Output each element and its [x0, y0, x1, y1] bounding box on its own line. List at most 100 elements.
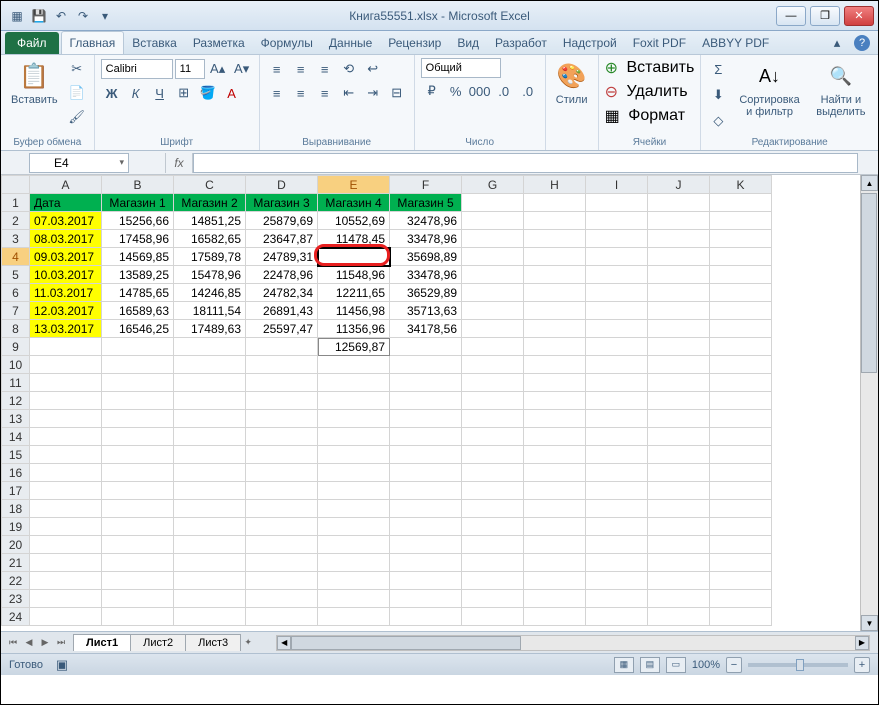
cell[interactable] [30, 428, 102, 446]
column-header-F[interactable]: F [390, 176, 462, 194]
cell[interactable]: 11478,45 [318, 230, 390, 248]
cell[interactable] [390, 410, 462, 428]
increase-decimal-icon[interactable]: .0 [493, 80, 515, 102]
zoom-slider[interactable] [748, 663, 848, 667]
cell[interactable] [524, 248, 586, 266]
cell-header[interactable]: Дата [30, 194, 102, 212]
cell-date[interactable]: 07.03.2017 [30, 212, 102, 230]
cell[interactable] [586, 428, 648, 446]
cell[interactable] [524, 500, 586, 518]
save-icon[interactable]: 💾 [29, 6, 49, 26]
cell[interactable] [390, 428, 462, 446]
cell[interactable] [102, 410, 174, 428]
cell[interactable] [390, 446, 462, 464]
sheet-nav-prev-icon[interactable]: ◀ [21, 635, 37, 651]
cell[interactable] [710, 194, 772, 212]
cell[interactable] [318, 590, 390, 608]
cell[interactable] [318, 248, 390, 266]
align-middle-icon[interactable]: ≡ [290, 58, 312, 80]
cell[interactable] [462, 194, 524, 212]
scroll-left-icon[interactable]: ◀ [277, 636, 291, 650]
cell[interactable] [586, 500, 648, 518]
cell[interactable] [586, 554, 648, 572]
cell[interactable] [462, 212, 524, 230]
cell[interactable] [30, 410, 102, 428]
cell[interactable] [246, 500, 318, 518]
sort-filter-button[interactable]: A↓ Сортировка и фильтр [733, 58, 805, 120]
cell-date[interactable]: 09.03.2017 [30, 248, 102, 266]
cell[interactable] [524, 482, 586, 500]
cell[interactable]: 17589,78 [174, 248, 246, 266]
cell[interactable] [462, 356, 524, 374]
cell[interactable] [318, 374, 390, 392]
find-select-button[interactable]: 🔍 Найти и выделить [810, 58, 872, 120]
indent-dec-icon[interactable]: ⇤ [338, 82, 360, 104]
cell[interactable]: 24782,34 [246, 284, 318, 302]
cell[interactable] [318, 392, 390, 410]
cell[interactable] [102, 392, 174, 410]
cell[interactable] [102, 536, 174, 554]
cell[interactable]: 24789,31 [246, 248, 318, 266]
grow-font-icon[interactable]: A▴ [207, 58, 229, 80]
cell[interactable] [648, 572, 710, 590]
styles-button[interactable]: 🎨 Стили [552, 58, 592, 108]
cell[interactable]: 36529,89 [390, 284, 462, 302]
cell[interactable] [390, 590, 462, 608]
cell[interactable] [390, 500, 462, 518]
cell[interactable] [710, 572, 772, 590]
cell[interactable]: 35698,89 [390, 248, 462, 266]
cell[interactable] [102, 500, 174, 518]
cell[interactable] [586, 392, 648, 410]
cell[interactable] [318, 356, 390, 374]
cell[interactable] [390, 554, 462, 572]
cell[interactable] [390, 356, 462, 374]
cell[interactable] [586, 446, 648, 464]
cell[interactable]: 35713,63 [390, 302, 462, 320]
cell[interactable]: 15256,66 [102, 212, 174, 230]
cell[interactable] [318, 500, 390, 518]
undo-icon[interactable]: ↶ [51, 6, 71, 26]
cell-date[interactable]: 12.03.2017 [30, 302, 102, 320]
underline-icon[interactable]: Ч [149, 82, 171, 104]
cell[interactable]: 14851,25 [174, 212, 246, 230]
view-normal-icon[interactable]: ▦ [614, 657, 634, 673]
cell[interactable] [524, 410, 586, 428]
cell[interactable] [30, 536, 102, 554]
cell[interactable] [710, 536, 772, 554]
row-header-14[interactable]: 14 [2, 428, 30, 446]
cell[interactable] [174, 572, 246, 590]
autosum-icon[interactable]: Σ [707, 58, 729, 80]
cell[interactable]: 22478,96 [246, 266, 318, 284]
cell[interactable] [524, 194, 586, 212]
cell[interactable] [648, 410, 710, 428]
cell[interactable] [462, 374, 524, 392]
cell[interactable] [648, 536, 710, 554]
cell[interactable] [462, 338, 524, 356]
cell[interactable] [390, 374, 462, 392]
cell[interactable]: 14569,85 [102, 248, 174, 266]
cell[interactable] [586, 338, 648, 356]
cell[interactable] [524, 392, 586, 410]
cell[interactable]: 11548,96 [318, 266, 390, 284]
row-header-21[interactable]: 21 [2, 554, 30, 572]
cell[interactable] [30, 518, 102, 536]
cell[interactable] [174, 446, 246, 464]
cell[interactable] [462, 518, 524, 536]
row-header-18[interactable]: 18 [2, 500, 30, 518]
scroll-right-icon[interactable]: ▶ [855, 636, 869, 650]
cell[interactable]: 32478,96 [390, 212, 462, 230]
wrap-text-icon[interactable]: ↩ [362, 58, 384, 80]
cell[interactable] [586, 356, 648, 374]
cell[interactable] [586, 284, 648, 302]
align-bottom-icon[interactable]: ≡ [314, 58, 336, 80]
cell[interactable] [246, 410, 318, 428]
tab-foxit[interactable]: Foxit PDF [625, 32, 694, 54]
cell[interactable]: 13589,25 [102, 266, 174, 284]
cell[interactable] [30, 554, 102, 572]
cell[interactable] [318, 428, 390, 446]
cell[interactable] [586, 536, 648, 554]
cell[interactable] [710, 392, 772, 410]
cell[interactable] [586, 482, 648, 500]
cell[interactable] [586, 248, 648, 266]
cell[interactable] [462, 230, 524, 248]
